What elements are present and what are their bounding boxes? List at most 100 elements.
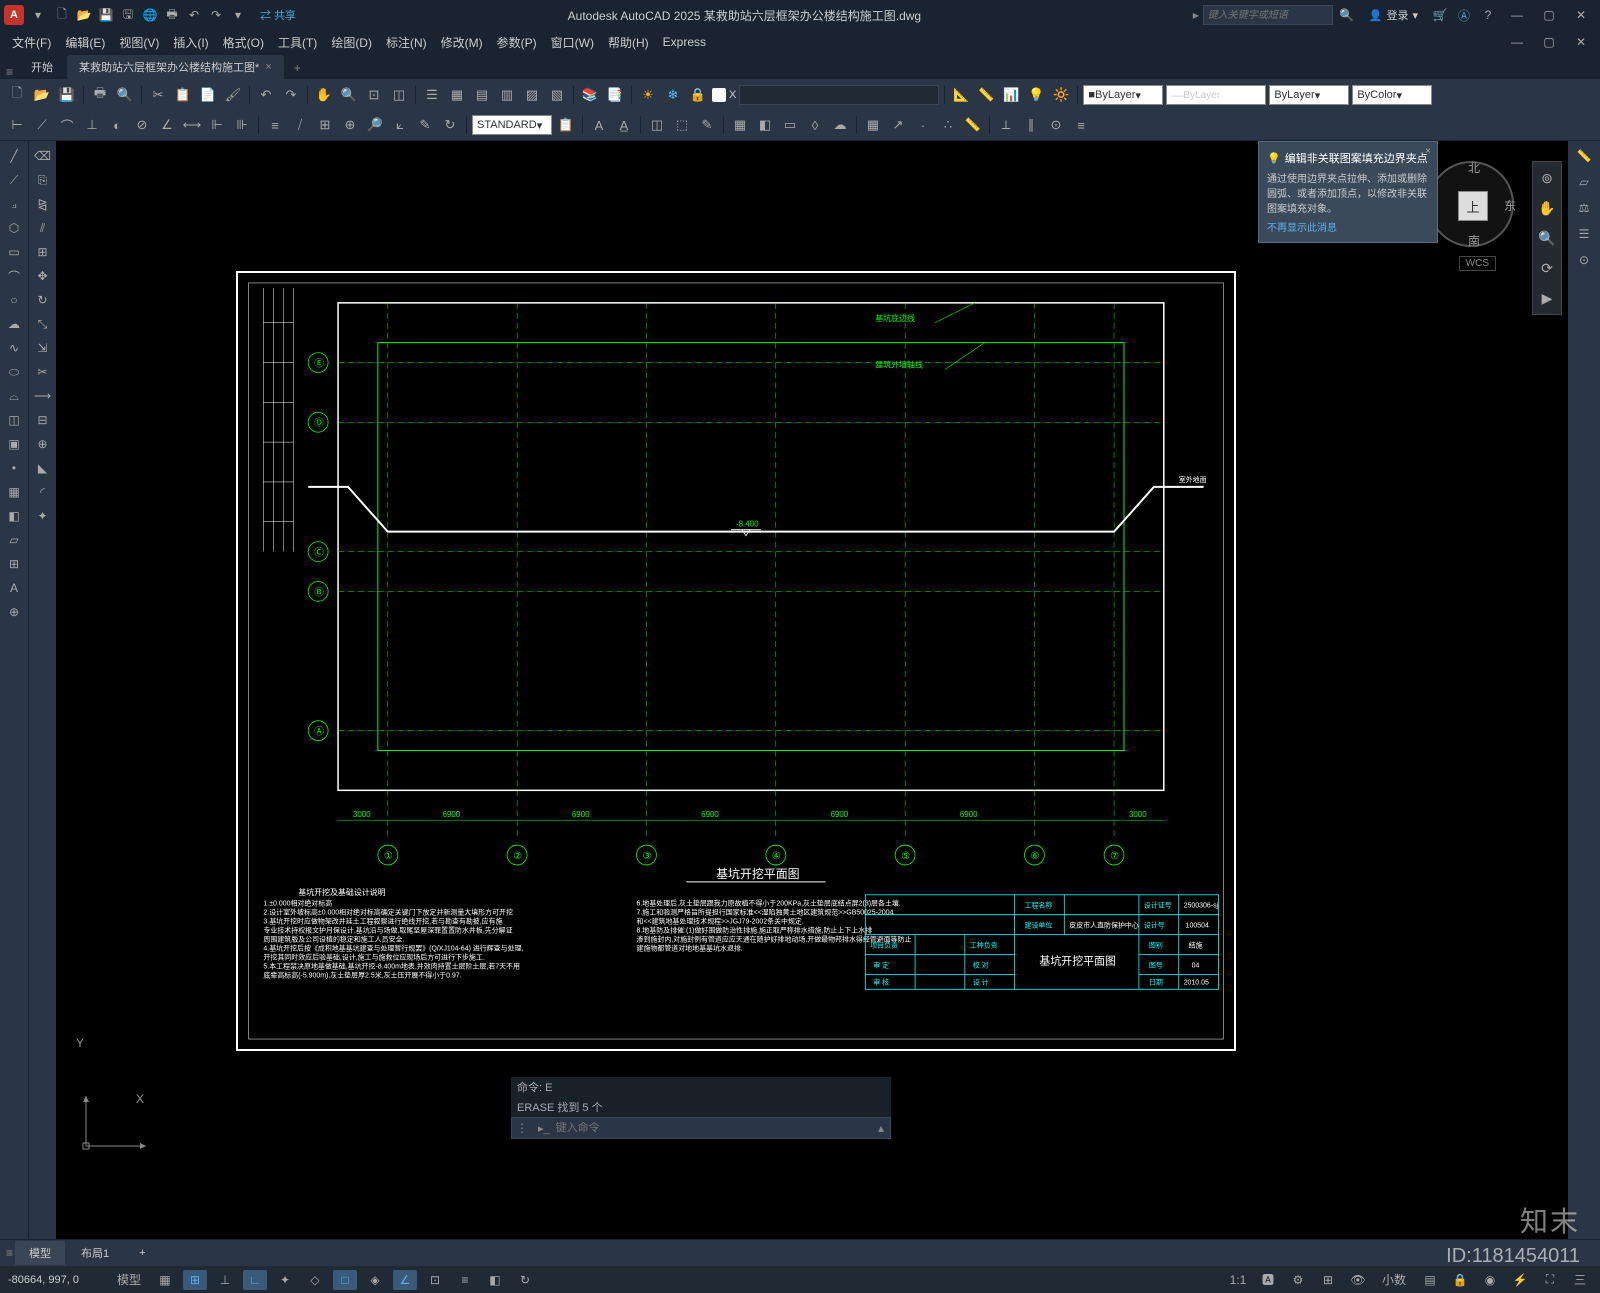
undo-icon[interactable]: ↶ [184, 5, 204, 25]
dim-cont-icon[interactable]: ⊪ [231, 114, 253, 136]
layer-state-icon[interactable]: 📑 [604, 84, 626, 106]
lineweight-dropdown[interactable]: — ByLayer [1166, 85, 1266, 105]
dim-quick-icon[interactable]: ⟷ [181, 114, 203, 136]
gradient-icon[interactable]: ◧ [754, 114, 776, 136]
dyn-toggle-icon[interactable]: ⊡ [423, 1270, 447, 1290]
zoom2-icon[interactable]: 🔍 [1535, 226, 1559, 250]
qat-dropdown-icon[interactable]: ▾ [228, 5, 248, 25]
preview-icon[interactable]: 🔍 [114, 84, 136, 106]
meas-icon[interactable]: 📏 [962, 114, 984, 136]
point-icon[interactable]: • [3, 457, 25, 479]
viewcube-top[interactable]: 上 [1458, 191, 1488, 221]
update-icon[interactable]: ↻ [439, 114, 461, 136]
jog-icon[interactable]: ⟀ [389, 114, 411, 136]
linetype-dropdown[interactable]: ByLayer ▾ [1269, 85, 1349, 105]
layer-dropdown[interactable] [739, 85, 939, 105]
tab-menu-icon[interactable]: ≡ [6, 65, 13, 79]
tooltip-dismiss-link[interactable]: 不再显示此消息 [1267, 219, 1337, 234]
id-icon[interactable]: ⊙ [1573, 249, 1595, 271]
maximize-button[interactable]: ▢ [1534, 5, 1564, 25]
showmotion-icon[interactable]: ▶ [1535, 286, 1559, 310]
command-handle-icon[interactable]: ⋮ [512, 1121, 532, 1135]
dimstyle-mgr-icon[interactable]: 📋 [555, 114, 577, 136]
revcloud-icon[interactable]: ☁ [829, 114, 851, 136]
mleader-icon[interactable]: ↗ [887, 114, 909, 136]
offset-icon[interactable]: ⫽ [32, 217, 54, 239]
anno-toggle-icon[interactable]: 🅰 [1256, 1270, 1280, 1290]
menu-parametric[interactable]: 参数(P) [491, 32, 543, 53]
stretch-icon[interactable]: ⇲ [32, 337, 54, 359]
navwheel-icon[interactable]: ⊚ [1535, 166, 1559, 190]
mirror-icon[interactable]: ⧎ [32, 193, 54, 215]
list-icon[interactable]: ☰ [1573, 223, 1595, 245]
open-doc-icon[interactable]: 📂 [31, 84, 53, 106]
layer-iso-icon[interactable]: 📊 [1000, 84, 1022, 106]
zoom-win-icon[interactable]: ◫ [388, 84, 410, 106]
custom-icon[interactable]: 三 [1568, 1270, 1592, 1290]
snap-toggle-icon[interactable]: ⊞ [183, 1270, 207, 1290]
layer-frz-icon[interactable]: 🔆 [1050, 84, 1072, 106]
tab-layout1[interactable]: 布局1 [67, 1241, 123, 1265]
sheet-icon[interactable]: ▥ [496, 84, 518, 106]
dim-aligned-icon[interactable]: ⟋ [31, 114, 53, 136]
lock-icon[interactable]: 🔒 [687, 84, 709, 106]
copy2-icon[interactable]: ⎘ [32, 169, 54, 191]
tab-document[interactable]: 某救助站六层框架办公楼结构施工图*× [67, 55, 284, 79]
ellarc-icon[interactable]: ⌓ [3, 385, 25, 407]
tool-pal-icon[interactable]: ▤ [471, 84, 493, 106]
hatch-icon[interactable]: ▦ [729, 114, 751, 136]
cut-icon[interactable]: ✂ [147, 84, 169, 106]
save-doc-icon[interactable]: 💾 [56, 84, 78, 106]
chamfer-icon[interactable]: ◣ [32, 457, 54, 479]
menu-draw[interactable]: 绘图(D) [325, 32, 378, 53]
copy-icon[interactable]: 📋 [172, 84, 194, 106]
tol-icon[interactable]: ⊞ [314, 114, 336, 136]
iso-toggle-icon[interactable]: ◇ [303, 1270, 327, 1290]
zoom-icon[interactable]: 🔍 [338, 84, 360, 106]
anno-mon-icon[interactable]: 👁 [1346, 1270, 1370, 1290]
open-icon[interactable]: 📂 [74, 5, 94, 25]
revcloud2-icon[interactable]: ☁ [3, 313, 25, 335]
break-icon[interactable]: ⊟ [32, 409, 54, 431]
orbit-icon[interactable]: ⟳ [1535, 256, 1559, 280]
isolate-icon[interactable]: ◉ [1478, 1270, 1502, 1290]
pan2-icon[interactable]: ✋ [1535, 196, 1559, 220]
center-icon[interactable]: ⊕ [339, 114, 361, 136]
mass-icon[interactable]: ⚖ [1573, 197, 1595, 219]
markup-icon[interactable]: ▨ [521, 84, 543, 106]
quickprops-icon[interactable]: ▤ [1418, 1270, 1442, 1290]
tooltip-close-icon[interactable]: × [1425, 146, 1431, 157]
array-icon[interactable]: ⊞ [32, 241, 54, 263]
dim-rad-icon[interactable]: ◐ [106, 114, 128, 136]
polygon-icon[interactable]: ⬡ [3, 217, 25, 239]
xline-icon[interactable]: ⟋ [3, 169, 25, 191]
menu-express[interactable]: Express [657, 33, 712, 51]
paste-icon[interactable]: 📄 [197, 84, 219, 106]
hatch2-icon[interactable]: ▦ [3, 481, 25, 503]
doc-minimize-button[interactable]: — [1502, 32, 1532, 52]
doc-restore-button[interactable]: ▢ [1534, 32, 1564, 52]
dim-dia-icon[interactable]: ⊘ [131, 114, 153, 136]
saveas-icon[interactable]: 🖫 [118, 5, 138, 25]
hw-accel-icon[interactable]: ⚡ [1508, 1270, 1532, 1290]
dim-linear-icon[interactable]: ⊢ [6, 114, 28, 136]
print-icon[interactable]: 🖶 [89, 84, 111, 106]
pan-icon[interactable]: ✋ [313, 84, 335, 106]
lock-ui-icon[interactable]: 🔒 [1448, 1270, 1472, 1290]
arc-icon[interactable]: ⌒ [3, 265, 25, 287]
workspace-icon[interactable]: ⊞ [1316, 1270, 1340, 1290]
command-input[interactable] [556, 1122, 872, 1134]
mtext2-icon[interactable]: A [3, 577, 25, 599]
freeze-icon[interactable]: ❄ [662, 84, 684, 106]
ortho-toggle-icon[interactable]: ∟ [243, 1270, 267, 1290]
constr1-icon[interactable]: ⟂ [995, 114, 1017, 136]
plot-icon[interactable]: 🖶 [162, 5, 182, 25]
wcs-label[interactable]: WCS [1459, 256, 1496, 271]
redo2-icon[interactable]: ↷ [280, 84, 302, 106]
explode-icon[interactable]: ✦ [32, 505, 54, 527]
menu-modify[interactable]: 修改(M) [435, 32, 489, 53]
viewcube-east[interactable]: 东 [1504, 197, 1516, 214]
menu-dimension[interactable]: 标注(N) [380, 32, 433, 53]
trim-icon[interactable]: ✂ [32, 361, 54, 383]
menu-tools[interactable]: 工具(T) [272, 32, 323, 53]
